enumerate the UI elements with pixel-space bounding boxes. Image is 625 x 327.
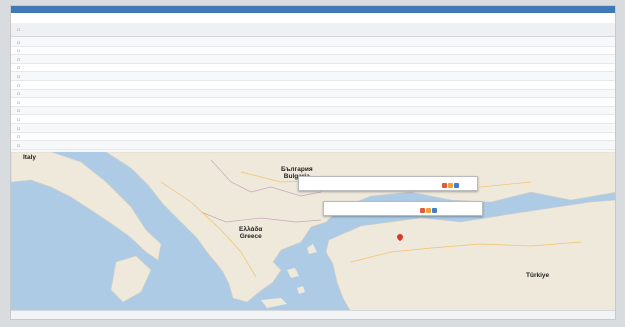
table-row[interactable]: ☐ xyxy=(11,38,615,47)
table-header: ☐ xyxy=(11,23,615,37)
row-checkbox[interactable]: ☐ xyxy=(17,144,20,148)
row-checkbox[interactable]: ☐ xyxy=(17,127,20,131)
row-checkbox[interactable]: ☐ xyxy=(17,75,20,79)
table-row[interactable]: ☐ xyxy=(11,72,615,81)
status-bar xyxy=(11,310,615,319)
row-checkbox[interactable]: ☐ xyxy=(17,84,20,88)
popup-1-action-orange[interactable] xyxy=(448,183,453,188)
app-window: ☐ ☐☐☐☐☐☐☐☐☐☐☐☐☐ Italy Българ xyxy=(10,5,616,320)
popup-1-actions xyxy=(442,183,460,189)
table-row[interactable]: ☐ xyxy=(11,81,615,90)
row-checkbox[interactable]: ☐ xyxy=(17,109,20,113)
table-row[interactable]: ☐ xyxy=(11,90,615,99)
map-view[interactable]: Italy България Bulgaria Ελλάδα Greece Tü… xyxy=(11,152,615,312)
map-label-italy: Italy xyxy=(23,154,37,161)
row-checkbox[interactable]: ☐ xyxy=(17,101,20,105)
top-navigation-bar xyxy=(11,6,615,13)
table-row[interactable]: ☐ xyxy=(11,124,615,133)
row-checkbox[interactable]: ☐ xyxy=(17,49,20,53)
popup-2-action-red[interactable] xyxy=(420,208,425,213)
row-checkbox[interactable]: ☐ xyxy=(17,66,20,70)
popup-2-actions xyxy=(420,208,438,214)
map-label-greece: Ελλάδα Greece xyxy=(239,226,263,240)
row-checkbox[interactable]: ☐ xyxy=(17,135,20,139)
row-checkbox[interactable]: ☐ xyxy=(17,41,20,45)
map-info-popup-2[interactable] xyxy=(323,201,483,216)
map-info-popup-1[interactable] xyxy=(298,176,478,191)
table-row[interactable]: ☐ xyxy=(11,141,615,150)
data-table: ☐ ☐ ☐ ☐ ☐ ☐ ☐ ☐ ☐ ☐ ☐ ☐ ☐ ☐ xyxy=(11,23,615,152)
table-row[interactable]: ☐ xyxy=(11,98,615,107)
popup-1-action-red[interactable] xyxy=(442,183,447,188)
select-all-checkbox[interactable]: ☐ xyxy=(17,28,20,32)
popup-2-action-orange[interactable] xyxy=(426,208,431,213)
table-row[interactable]: ☐ xyxy=(11,132,615,142)
table-row[interactable]: ☐ xyxy=(11,107,615,116)
row-checkbox[interactable]: ☐ xyxy=(17,58,20,62)
map-label-turkey: Türkiye xyxy=(526,272,550,279)
popup-1-action-blue[interactable] xyxy=(454,183,459,188)
row-checkbox[interactable]: ☐ xyxy=(17,92,20,96)
table-row[interactable]: ☐ xyxy=(11,63,615,73)
row-checkbox[interactable]: ☐ xyxy=(17,118,20,122)
table-row[interactable]: ☐ xyxy=(11,55,615,64)
table-row[interactable]: ☐ xyxy=(11,115,615,124)
popup-2-action-blue[interactable] xyxy=(432,208,437,213)
table-row[interactable]: ☐ xyxy=(11,46,615,56)
